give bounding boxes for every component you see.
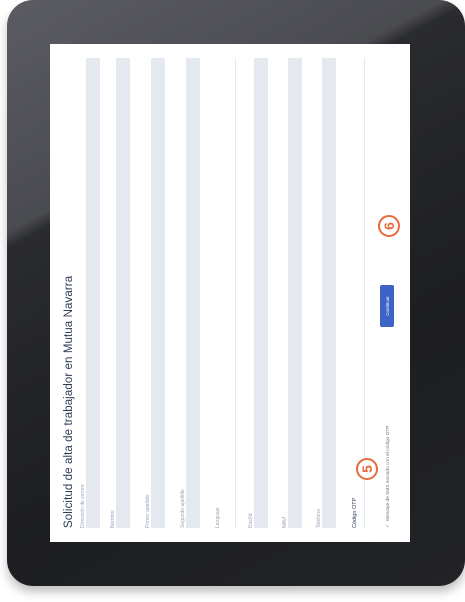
email-input[interactable] (86, 58, 100, 528)
otp-sent-message: ✓ Mensaje de SMS enviado con el código OT… (386, 426, 391, 529)
check-icon: ✓ (386, 523, 391, 528)
doc-id-input[interactable] (254, 58, 268, 528)
step-5-marker: 5 (356, 458, 378, 480)
otp-code-label: Código OTP (352, 497, 358, 528)
first-surname-input[interactable] (151, 58, 165, 528)
step-6-marker: 6 (378, 215, 400, 237)
continue-button[interactable]: Continuar (380, 285, 394, 327)
language-select[interactable] (221, 58, 236, 528)
first-name-input[interactable] (116, 58, 130, 528)
form-title: Solicitud de alta de trabajador en Mutua… (63, 275, 75, 528)
navi-input[interactable] (288, 58, 302, 528)
otp-sent-text: Mensaje de SMS enviado con el código OTP (386, 425, 391, 521)
phone-input[interactable] (322, 58, 336, 528)
second-surname-input[interactable] (186, 58, 200, 528)
